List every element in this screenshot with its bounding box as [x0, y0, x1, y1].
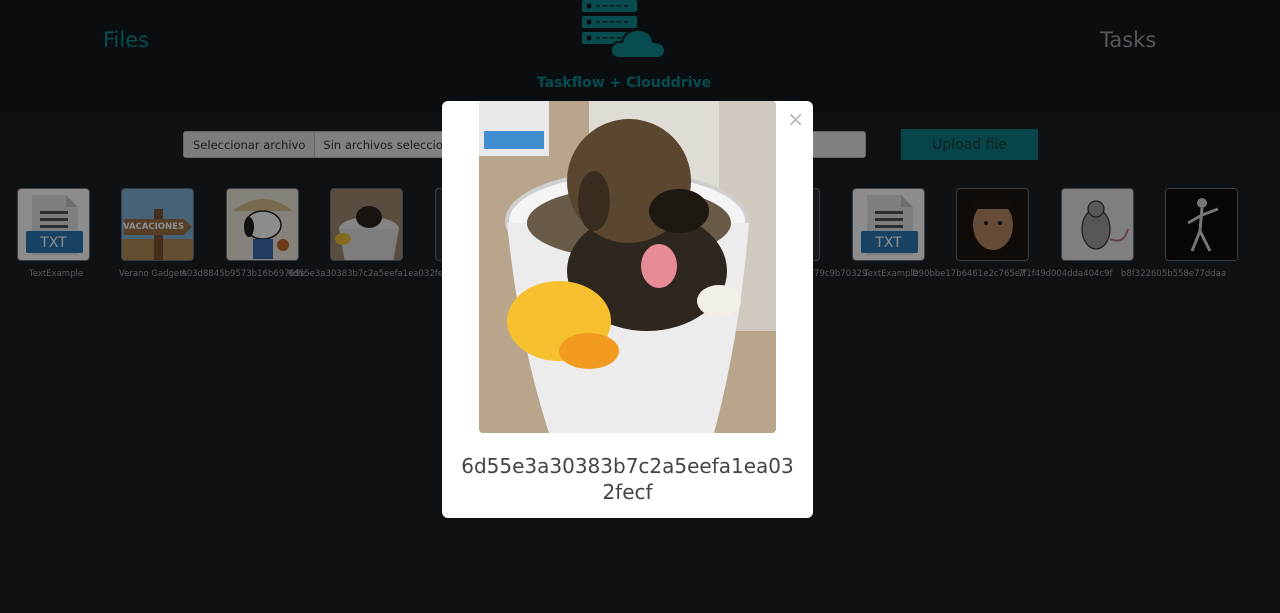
modal-file-title: 6d55e3a30383b7c2a5eefa1ea032fecf: [461, 454, 794, 504]
image-preview-modal: × 6d55e3a30383b7c2a5eefa1ea032fecf: [442, 101, 813, 518]
modal-preview-image: [479, 101, 776, 433]
puppy-in-bucket-image: [479, 101, 776, 433]
close-icon[interactable]: ×: [787, 109, 804, 129]
